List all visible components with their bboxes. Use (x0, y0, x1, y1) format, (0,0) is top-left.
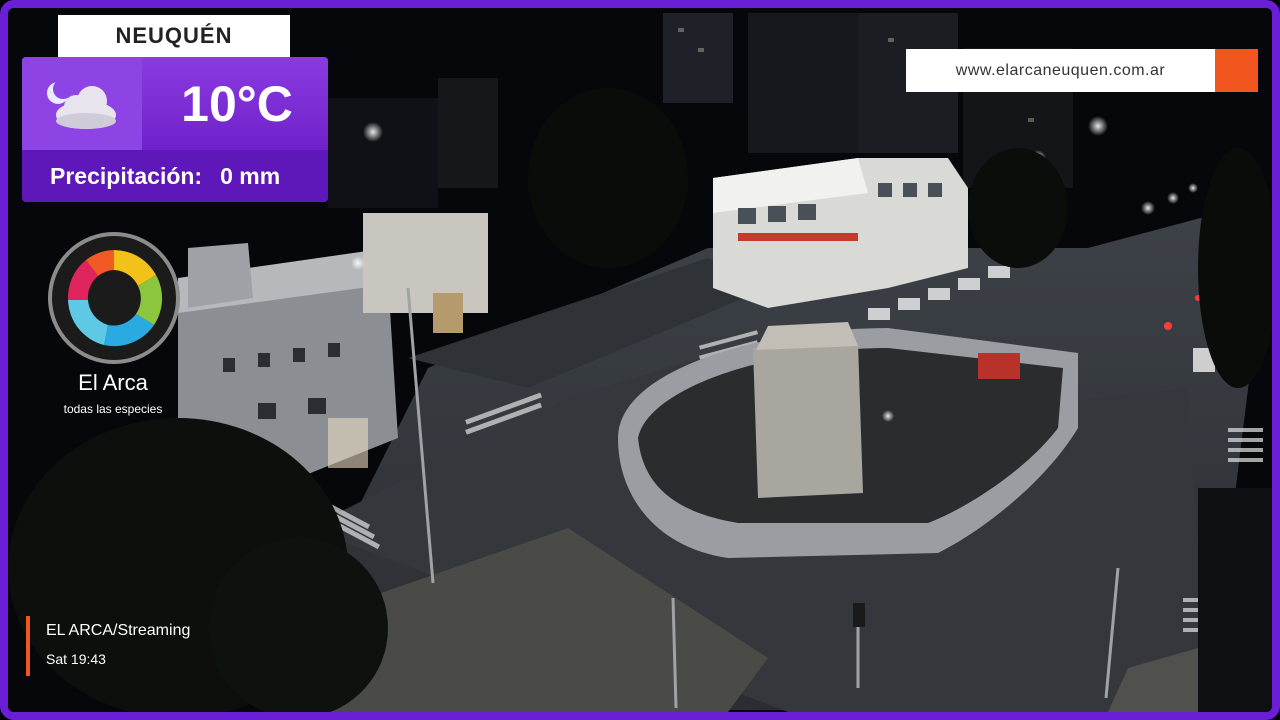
stream-title: EL ARCA/Streaming (46, 622, 191, 639)
weather-panel: 10°C Precipitación: 0 mm (22, 57, 328, 202)
website-url: www.elarcaneuquen.com.ar (955, 61, 1166, 79)
moon-cloud-icon (47, 79, 116, 129)
url-accent-block (1215, 49, 1258, 92)
stream-info: EL ARCA/Streaming Sat 19:43 (26, 616, 190, 676)
weather-icon-box (22, 57, 142, 150)
precipitation-label: Precipitación: (50, 162, 203, 189)
brand-tagline: todas las especies (63, 402, 163, 416)
el-arca-logo (48, 232, 180, 364)
city-name: NEUQUÉN (115, 23, 233, 48)
city-label: NEUQUÉN (58, 15, 290, 57)
precipitation-value: 0 mm (220, 162, 281, 189)
website-badge: www.elarcaneuquen.com.ar (906, 49, 1258, 92)
video-frame: NEUQUÉN 10°C Precipitación: 0 mm El Arca… (0, 0, 1280, 720)
brand-name: El Arca (78, 370, 148, 395)
temperature: 10°C (181, 76, 293, 132)
precipitation-row: Precipitación: 0 mm (22, 150, 328, 202)
stream-timestamp: Sat 19:43 (46, 651, 106, 667)
